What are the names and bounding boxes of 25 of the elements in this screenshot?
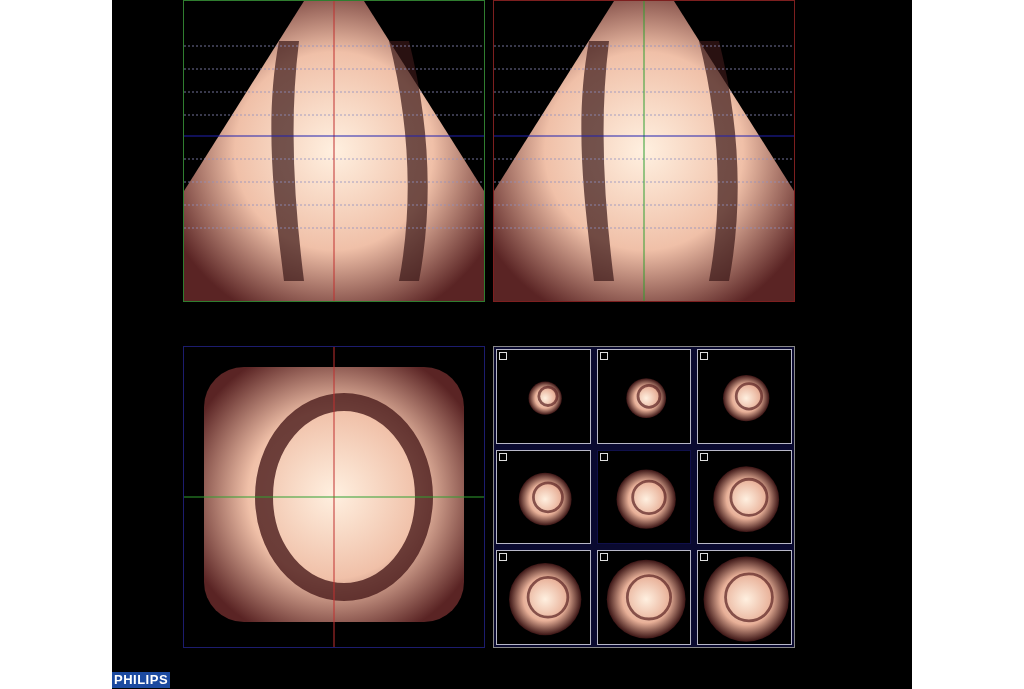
checkbox[interactable] [499,352,507,360]
checkbox[interactable] [599,553,608,562]
short-axis-slice-drawing [625,378,666,419]
short-axis-slice-drawing [528,381,562,415]
slice-thumbnail[interactable] [596,550,692,645]
checkbox[interactable] [499,553,507,562]
slice-thumbnail[interactable] [496,449,591,545]
slice-thumbnail[interactable] [496,550,591,645]
slice-thumbnail[interactable] [496,349,591,444]
slice-thumbnail[interactable] [596,349,692,444]
slice-thumbnail[interactable] [697,349,792,444]
checkbox[interactable] [499,452,507,461]
short-axis-slice-drawing [713,465,780,532]
checkbox[interactable] [700,553,709,562]
checkbox[interactable] [700,352,709,360]
checkbox[interactable] [599,352,608,360]
brand-logo: PHILIPS [112,672,171,688]
slice-thumbnail[interactable] [596,449,692,545]
short-axis-slice-drawing [723,375,770,422]
short-axis-slice-drawing [616,469,676,529]
slice-thumbnail[interactable] [697,449,792,545]
slice-thumbnail[interactable] [697,550,792,645]
short-axis-slice-drawing [518,472,572,526]
checkbox[interactable] [599,452,608,461]
checkbox[interactable] [700,452,709,461]
